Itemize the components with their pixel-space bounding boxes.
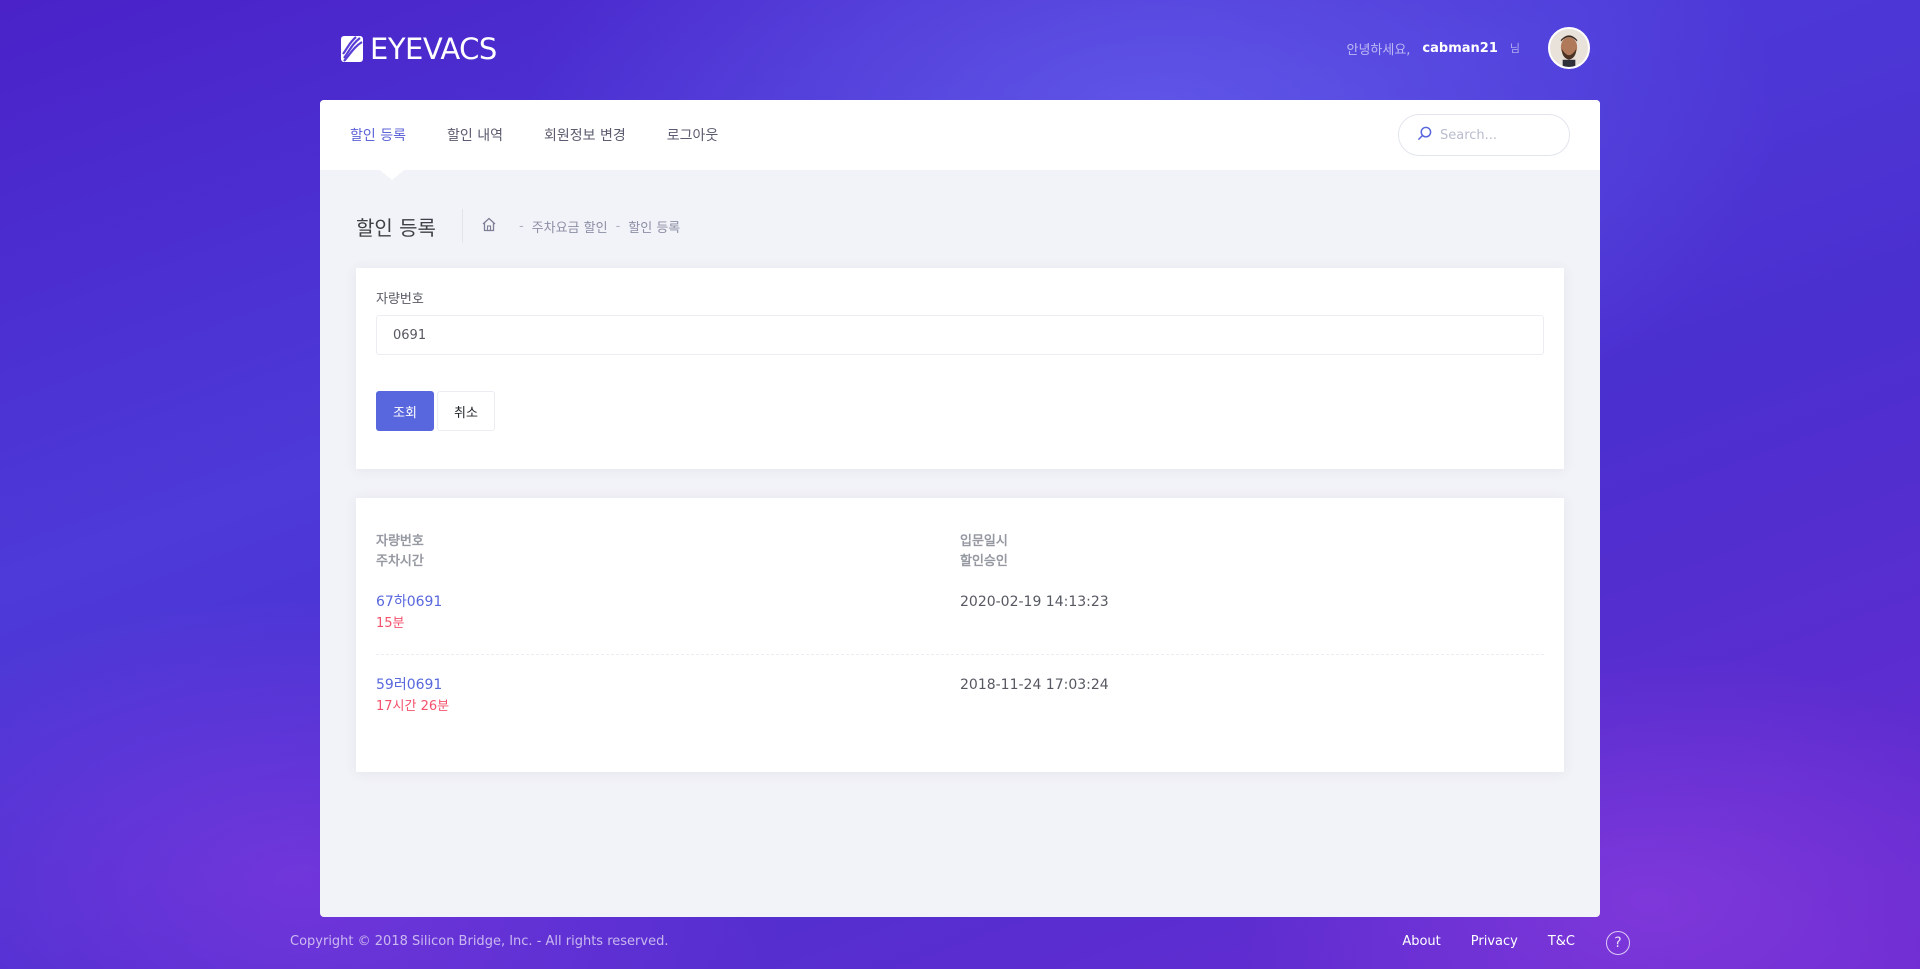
breadcrumb: - 주차요금 할인 - 할인 등록 — [481, 217, 680, 236]
header-entry-time: 입문일시 — [960, 534, 1008, 549]
form-actions: 조회 취소 — [376, 391, 1544, 431]
result-row-col1: 67하0691 15분 — [376, 592, 960, 634]
search-input[interactable] — [1440, 127, 1550, 143]
results-card: 자량번호 주차시간 입문일시 할인승인 67하0691 15분 2020-02-… — [356, 498, 1564, 772]
user-avatar[interactable] — [1548, 27, 1590, 69]
footer-link-privacy[interactable]: Privacy — [1471, 934, 1518, 949]
footer-copyright: Copyright © 2018 Silicon Bridge, Inc. - … — [290, 934, 669, 949]
header-parking-duration: 주차시간 — [376, 554, 424, 569]
result-row[interactable]: 59러0691 17시간 26분 2018-11-24 17:03:24 — [376, 654, 1544, 737]
nav-item-discount-history[interactable]: 할인 내역 — [447, 125, 503, 145]
username: cabman21 — [1422, 40, 1498, 56]
result-plate[interactable]: 59러0691 — [376, 675, 960, 696]
search-box[interactable] — [1398, 114, 1570, 156]
plate-number-label: 자량번호 — [376, 292, 424, 307]
nav-item-member-info[interactable]: 회원정보 변경 — [544, 125, 626, 145]
header-plate-number: 자량번호 — [376, 534, 424, 549]
breadcrumb-separator: - — [518, 218, 524, 234]
search-form-card: 자량번호 조회 취소 — [356, 268, 1564, 469]
user-menu[interactable]: 안녕하세요, cabman21 님 — [1346, 27, 1590, 69]
result-duration: 15분 — [376, 616, 405, 631]
logo-text: EYEVACS — [370, 32, 497, 66]
footer-links: About Privacy T&C — [1402, 934, 1575, 949]
subheader-divider — [461, 209, 463, 243]
results-header-col1: 자량번호 주차시간 — [376, 532, 960, 572]
footer-link-tc[interactable]: T&C — [1548, 934, 1575, 949]
result-entry-time: 2020-02-19 14:13:23 — [960, 594, 1109, 610]
header-discount-approval: 할인승인 — [960, 554, 1008, 569]
search-button[interactable]: 조회 — [376, 391, 434, 431]
nav-item-discount-register[interactable]: 할인 등록 — [350, 125, 406, 145]
main-panel: 할인 등록 할인 내역 회원정보 변경 로그아웃 할인 등록 — [320, 100, 1600, 917]
user-suffix: 님 — [1509, 42, 1520, 55]
result-entry-time: 2018-11-24 17:03:24 — [960, 677, 1109, 693]
logo[interactable]: EYEVACS — [340, 32, 497, 66]
search-icon — [1417, 126, 1432, 145]
breadcrumb-separator: - — [615, 218, 621, 234]
logo-icon — [340, 33, 364, 65]
result-plate[interactable]: 67하0691 — [376, 592, 960, 613]
active-nav-pointer — [380, 170, 404, 180]
results-header-col2: 입문일시 할인승인 — [960, 532, 1544, 572]
subheader: 할인 등록 - 주차요금 할인 - 할인 등록 — [356, 208, 680, 244]
result-duration: 17시간 26분 — [376, 699, 450, 714]
help-icon[interactable]: ? — [1606, 931, 1630, 955]
avatar-icon — [1550, 29, 1588, 67]
result-row-col1: 59러0691 17시간 26분 — [376, 675, 960, 717]
footer-link-about[interactable]: About — [1402, 934, 1440, 949]
results-header: 자량번호 주차시간 입문일시 할인승인 — [376, 532, 1544, 572]
result-row[interactable]: 67하0691 15분 2020-02-19 14:13:23 — [376, 572, 1544, 654]
nav-item-logout[interactable]: 로그아웃 — [667, 125, 719, 145]
page-title: 할인 등록 — [356, 215, 436, 240]
breadcrumb-item-discount-register[interactable]: 할인 등록 — [628, 217, 680, 236]
home-icon[interactable] — [481, 217, 497, 236]
greeting-text: 안녕하세요, — [1346, 42, 1411, 58]
plate-number-input[interactable] — [376, 315, 1544, 355]
top-nav: 할인 등록 할인 내역 회원정보 변경 로그아웃 — [320, 100, 1600, 170]
cancel-button[interactable]: 취소 — [437, 391, 495, 431]
breadcrumb-item-parking-discount[interactable]: 주차요금 할인 — [532, 217, 608, 236]
